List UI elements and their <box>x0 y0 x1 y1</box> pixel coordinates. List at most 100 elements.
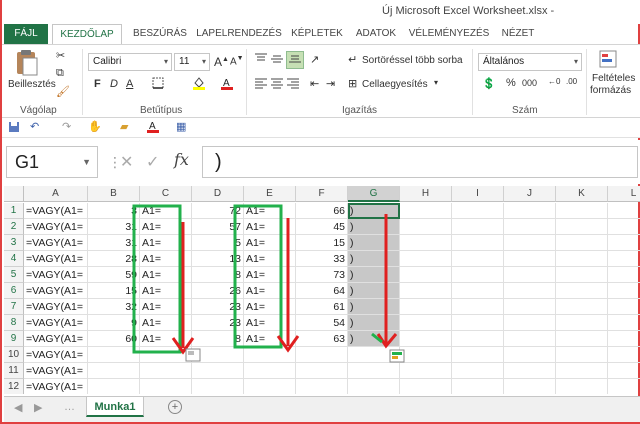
cell-a6[interactable]: =VAGY(A1= <box>24 283 88 299</box>
cell-g11[interactable] <box>348 363 400 379</box>
align-left-icon[interactable] <box>254 77 268 92</box>
cell-c11[interactable] <box>140 363 192 379</box>
bold-button[interactable]: F <box>94 78 101 90</box>
cell-e9[interactable]: A1= <box>244 331 296 347</box>
column-header[interactable]: K <box>556 186 608 202</box>
tab-page-layout[interactable]: LAPELRENDEZÉS <box>196 24 282 44</box>
cell-c9[interactable]: A1= <box>140 331 192 347</box>
cell-d4[interactable]: 13 <box>192 251 244 267</box>
cell-c4[interactable]: A1= <box>140 251 192 267</box>
cell-e12[interactable] <box>244 379 296 394</box>
cell-a7[interactable]: =VAGY(A1= <box>24 299 88 315</box>
cell-g9[interactable]: ) <box>348 331 400 347</box>
cell-i6[interactable] <box>452 283 504 299</box>
enter-icon[interactable]: ✓ <box>146 152 159 172</box>
cell-k7[interactable] <box>556 299 608 315</box>
row-header[interactable]: 9 <box>4 331 24 347</box>
row-header[interactable]: 8 <box>4 315 24 331</box>
cell-h11[interactable] <box>400 363 452 379</box>
italic-button[interactable]: D <box>110 78 118 90</box>
cell-d10[interactable] <box>192 347 244 363</box>
cell-h4[interactable] <box>400 251 452 267</box>
cell-a4[interactable]: =VAGY(A1= <box>24 251 88 267</box>
cell-f7[interactable]: 61 <box>296 299 348 315</box>
cell-f4[interactable]: 33 <box>296 251 348 267</box>
cell-k8[interactable] <box>556 315 608 331</box>
cancel-icon[interactable]: ✕ <box>120 152 133 172</box>
cell-d9[interactable]: 8 <box>192 331 244 347</box>
cell-d7[interactable]: 23 <box>192 299 244 315</box>
increase-indent-icon[interactable]: ⇥ <box>326 77 335 90</box>
comma-style-button[interactable]: 000 <box>522 78 537 88</box>
row-header[interactable]: 10 <box>4 347 24 363</box>
scroll-left-icon[interactable]: ◀ <box>14 401 22 414</box>
decrease-indent-icon[interactable]: ⇤ <box>310 77 319 90</box>
cut-icon[interactable]: ✂ <box>56 49 65 62</box>
cell-e10[interactable] <box>244 347 296 363</box>
grow-font-icon[interactable]: A▲ <box>214 55 229 69</box>
table-icon[interactable]: ▦ <box>176 120 186 133</box>
row-header[interactable]: 5 <box>4 267 24 283</box>
scroll-right-icon[interactable]: ▶ <box>34 401 42 414</box>
merge-cells-icon[interactable]: ⊞ <box>348 77 357 90</box>
column-header[interactable]: J <box>504 186 556 202</box>
font-color-qat-icon[interactable]: A <box>146 119 160 136</box>
cell-i5[interactable] <box>452 267 504 283</box>
paste-icon[interactable] <box>14 49 40 77</box>
name-box[interactable]: G1 ▼ <box>6 146 98 178</box>
tab-formulas[interactable]: KÉPLETEK <box>288 24 346 44</box>
cell-b7[interactable]: 32 <box>88 299 140 315</box>
cell-e5[interactable]: A1= <box>244 267 296 283</box>
cell-g5[interactable]: ) <box>348 267 400 283</box>
tab-file[interactable]: FÁJL <box>4 24 48 44</box>
cell-h1[interactable] <box>400 203 452 219</box>
cell-a10[interactable]: =VAGY(A1= <box>24 347 88 363</box>
conditional-formatting-icon[interactable] <box>598 49 618 72</box>
select-all-corner[interactable] <box>4 186 24 202</box>
cell-e2[interactable]: A1= <box>244 219 296 235</box>
column-header[interactable]: I <box>452 186 504 202</box>
cell-h10[interactable] <box>400 347 452 363</box>
cell-d6[interactable]: 26 <box>192 283 244 299</box>
tab-home[interactable]: KEZDŐLAP <box>52 24 122 44</box>
copy-icon[interactable]: ⧉ <box>56 67 64 80</box>
cell-i11[interactable] <box>452 363 504 379</box>
percent-style-button[interactable]: % <box>506 77 516 89</box>
borders-icon[interactable] <box>152 77 164 92</box>
cell-b1[interactable]: 3 <box>88 203 140 219</box>
cell-b5[interactable]: 59 <box>88 267 140 283</box>
cell-j5[interactable] <box>504 267 556 283</box>
cell-a5[interactable]: =VAGY(A1= <box>24 267 88 283</box>
cell-g6[interactable]: ) <box>348 283 400 299</box>
column-header[interactable]: A <box>24 186 88 202</box>
cell-c5[interactable]: A1= <box>140 267 192 283</box>
cell-i7[interactable] <box>452 299 504 315</box>
cell-c3[interactable]: A1= <box>140 235 192 251</box>
cell-i1[interactable] <box>452 203 504 219</box>
cell-j3[interactable] <box>504 235 556 251</box>
paste-button-label[interactable]: Beillesztés <box>8 79 56 90</box>
conditional-formatting-label[interactable]: Feltételes <box>592 73 635 84</box>
cell-a9[interactable]: =VAGY(A1= <box>24 331 88 347</box>
cell-h9[interactable] <box>400 331 452 347</box>
cell-f11[interactable] <box>296 363 348 379</box>
column-header[interactable]: L <box>608 186 640 202</box>
cell-h2[interactable] <box>400 219 452 235</box>
cell-b8[interactable]: 9 <box>88 315 140 331</box>
cell-e8[interactable]: A1= <box>244 315 296 331</box>
cell-d11[interactable] <box>192 363 244 379</box>
cell-f9[interactable]: 63 <box>296 331 348 347</box>
cell-h6[interactable] <box>400 283 452 299</box>
column-header[interactable]: F <box>296 186 348 202</box>
cell-a1[interactable]: =VAGY(A1= <box>24 203 88 219</box>
cell-c8[interactable]: A1= <box>140 315 192 331</box>
accounting-format-icon[interactable]: 💲 <box>482 77 496 90</box>
shrink-font-icon[interactable]: A▼ <box>230 55 244 67</box>
cell-a8[interactable]: =VAGY(A1= <box>24 315 88 331</box>
cell-d1[interactable]: 72 <box>192 203 244 219</box>
tab-review[interactable]: VÉLEMÉNYEZÉS <box>406 24 492 44</box>
cell-k3[interactable] <box>556 235 608 251</box>
cell-f12[interactable] <box>296 379 348 394</box>
cell-e11[interactable] <box>244 363 296 379</box>
cell-a12[interactable]: =VAGY(A1= <box>24 379 88 394</box>
